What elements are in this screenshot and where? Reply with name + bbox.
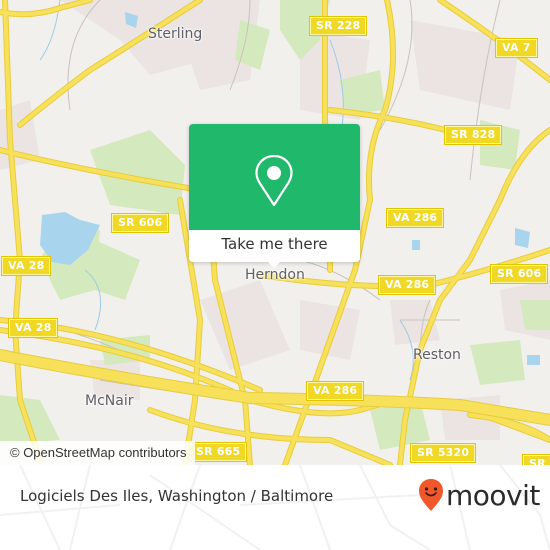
location-popup: Take me there (189, 124, 360, 268)
place-label-reston: Reston (413, 347, 461, 363)
place-label-sterling: Sterling (148, 26, 203, 42)
place-label-herndon: Herndon (245, 267, 305, 283)
road-shield-sr828: SR 828 (443, 125, 503, 145)
map-pin-icon (255, 154, 293, 207)
moovit-logo[interactable]: moovit (418, 475, 540, 515)
road-shield-sr5320: SR 5320 (409, 443, 477, 463)
popup-header (189, 124, 360, 230)
road-shield-sr665: SR 665 (188, 442, 248, 462)
take-me-there-button[interactable]: Take me there (189, 230, 360, 262)
location-title: Logiciels Des Iles, Washington / Baltimo… (20, 487, 334, 505)
footer: Logiciels Des Iles, Washington / Baltimo… (0, 465, 550, 550)
map-attribution[interactable]: © OpenStreetMap contributors (0, 441, 195, 465)
road-shield-va286-mid: VA 286 (377, 275, 437, 295)
popup-pointer (266, 260, 282, 268)
road-shield-va7: VA 7 (495, 38, 538, 58)
road-shield-va28-north: VA 28 (0, 256, 52, 276)
moovit-pin-icon (419, 479, 443, 511)
road-shield-sr606-west: SR 606 (110, 213, 170, 233)
road-shield-edge: SR 5 (522, 454, 550, 465)
road-shield-sr228: SR 228 (308, 16, 368, 36)
place-label-mcnair: McNair (85, 393, 134, 409)
map[interactable]: Sterling Herndon Reston McNair SR 228 VA… (0, 0, 550, 465)
road-shield-va28-south: VA 28 (7, 318, 59, 338)
road-shield-va286-north: VA 286 (385, 208, 445, 228)
road-shield-va286-south: VA 286 (305, 381, 365, 401)
road-shield-sr606-east: SR 606 (489, 264, 549, 284)
moovit-wordmark: moovit (446, 478, 540, 512)
